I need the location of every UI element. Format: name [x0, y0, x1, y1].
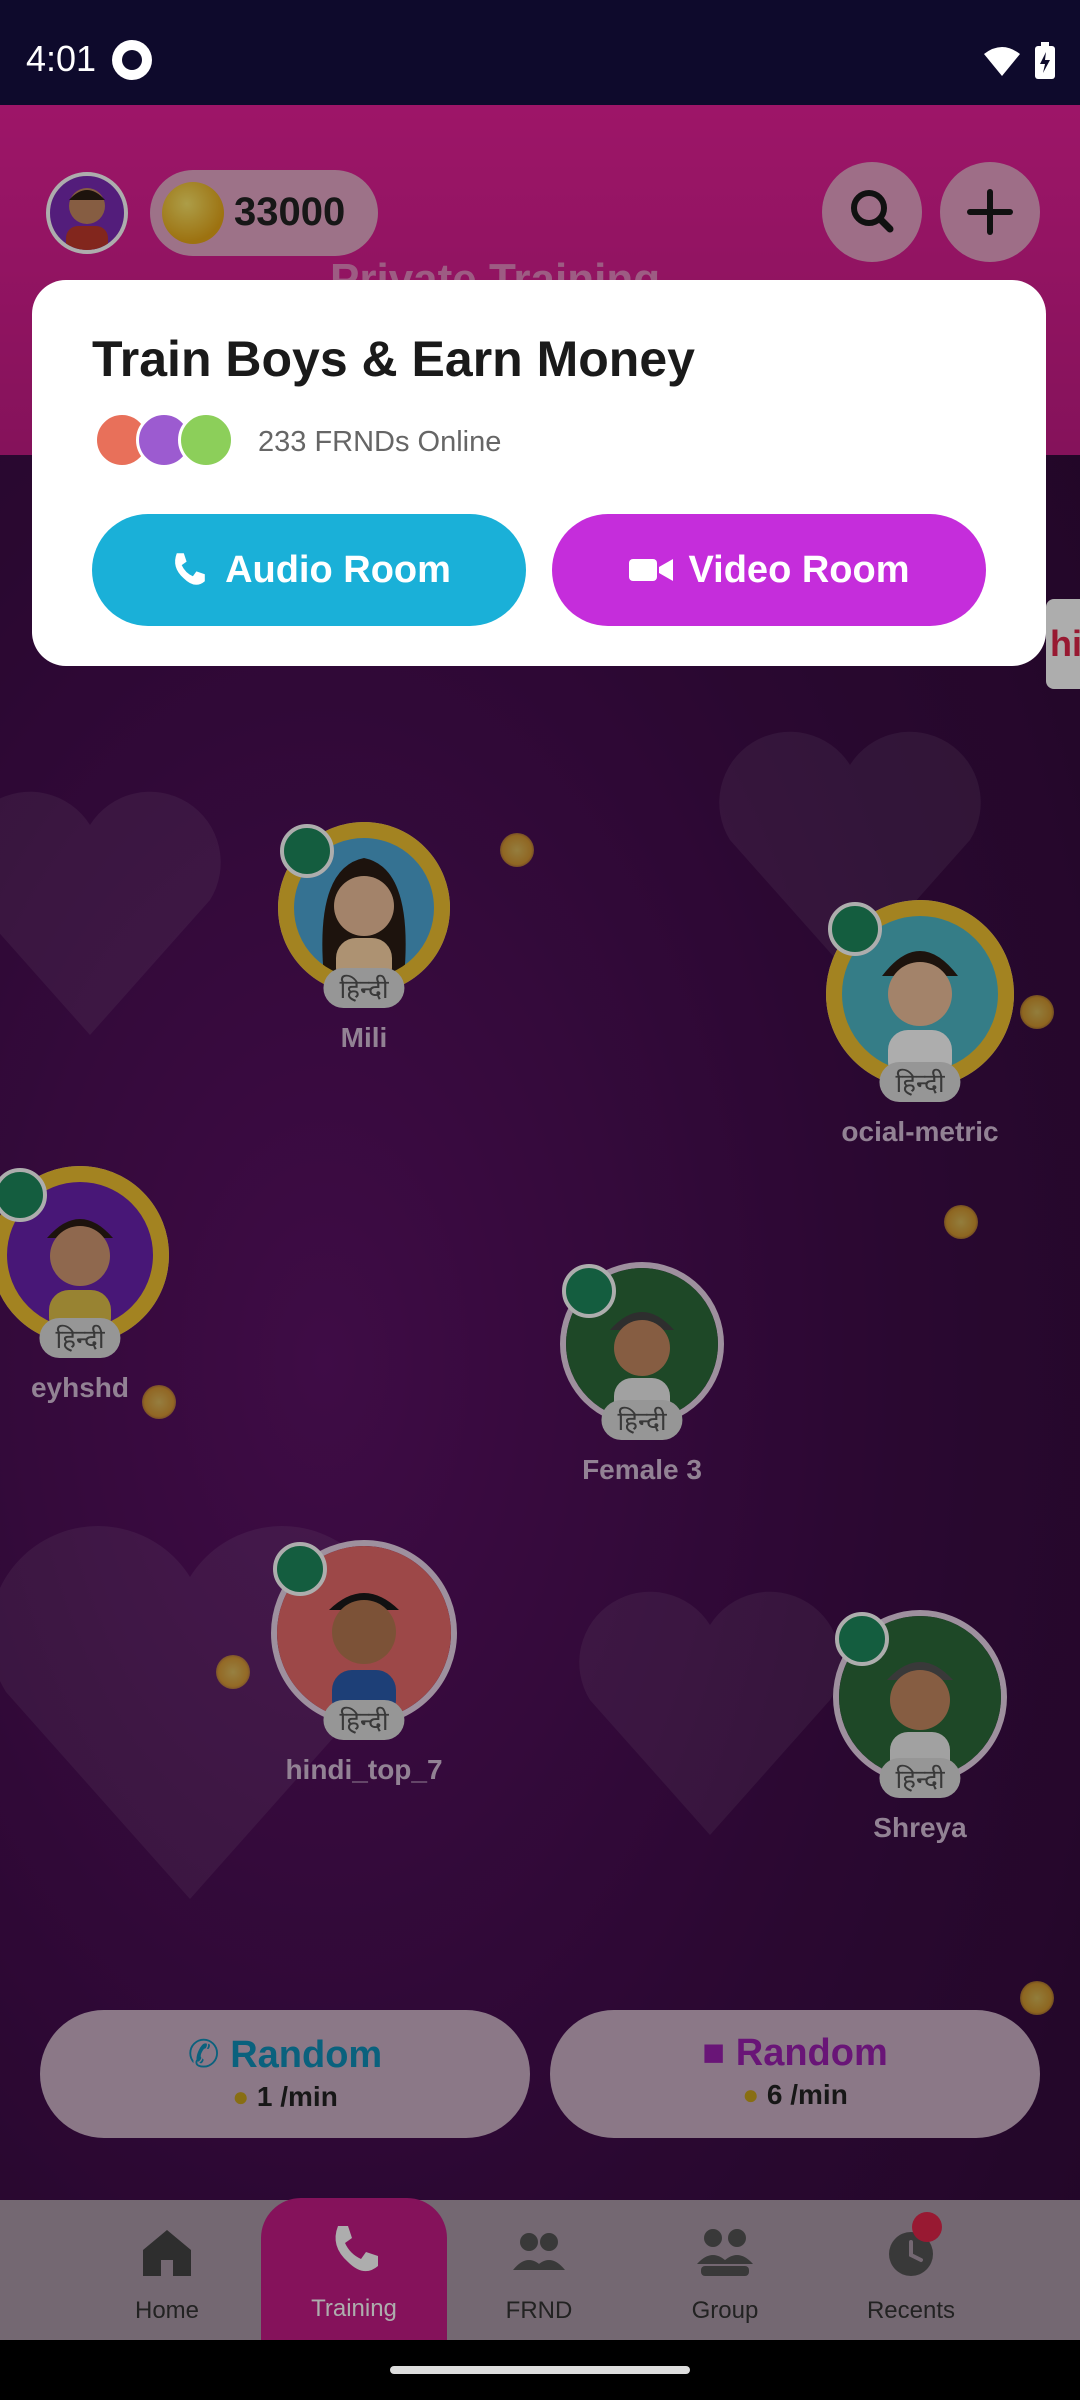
- gesture-handle[interactable]: [390, 2366, 690, 2374]
- online-avatar: [178, 412, 234, 468]
- online-avatars: [94, 412, 244, 472]
- audio-room-label: Audio Room: [225, 548, 451, 591]
- video-room-label: Video Room: [688, 548, 910, 591]
- video-room-button[interactable]: Video Room: [552, 514, 986, 626]
- status-bar: 4:01: [0, 0, 1080, 105]
- status-time: 4:01: [26, 38, 97, 79]
- video-camera-icon: [628, 559, 673, 581]
- battery-icon: [1035, 42, 1055, 79]
- app-notification-icon: [112, 40, 152, 80]
- phone-icon: [175, 553, 205, 585]
- wifi-icon: [984, 47, 1020, 76]
- card-title: Train Boys & Earn Money: [92, 331, 695, 387]
- train-card: Train Boys & Earn Money 233 FRNDs Online…: [32, 280, 1046, 666]
- online-count: 233 FRNDs Online: [258, 426, 502, 458]
- audio-room-button[interactable]: Audio Room: [92, 514, 526, 626]
